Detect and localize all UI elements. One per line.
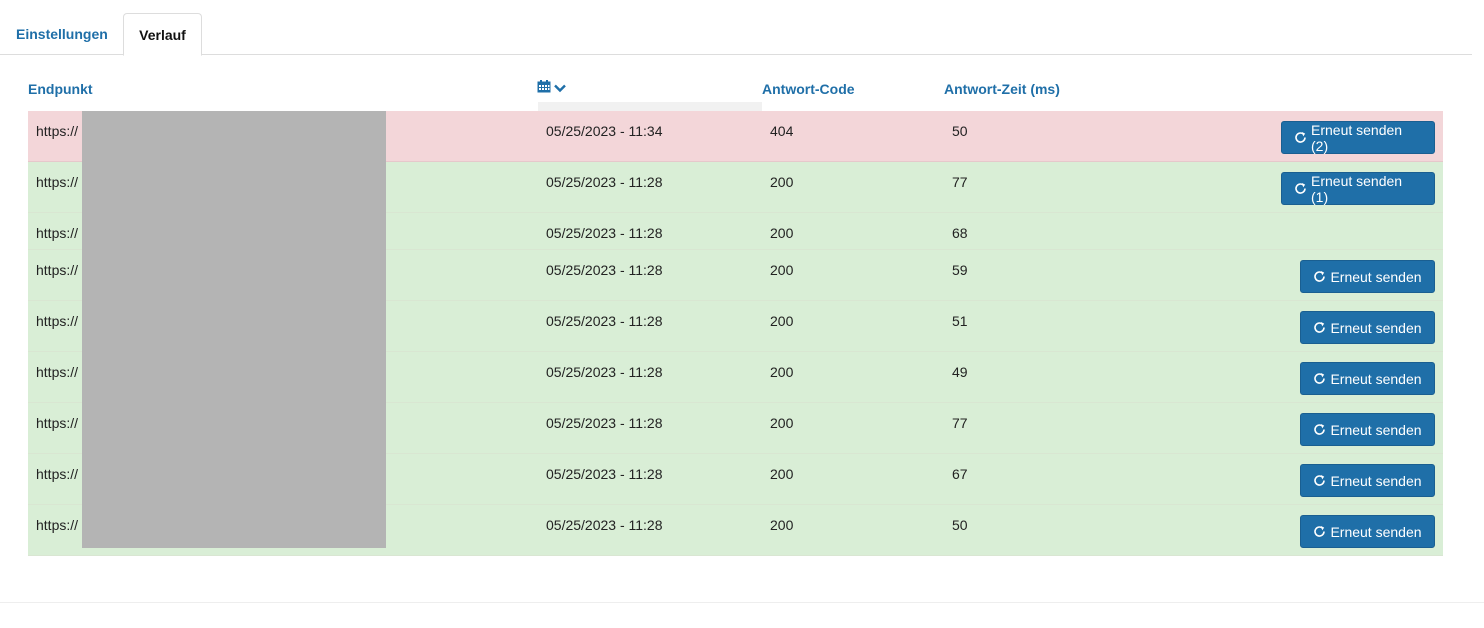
resend-button-label: Erneut senden: [1330, 319, 1422, 336]
request-date: 05/25/2023 - 11:28: [546, 466, 663, 482]
tab-bar: Einstellungen Verlauf: [0, 0, 1472, 56]
endpoint-url[interactable]: https://: [36, 262, 78, 278]
request-date: 05/25/2023 - 11:28: [546, 262, 663, 278]
refresh-icon: [1294, 131, 1307, 144]
response-time: 68: [952, 225, 968, 241]
tab-einstellungen[interactable]: Einstellungen: [0, 13, 124, 55]
refresh-icon: [1313, 423, 1326, 436]
response-code: 200: [770, 225, 794, 241]
response-time: 77: [952, 174, 968, 190]
refresh-icon: [1313, 270, 1326, 283]
endpoint-url[interactable]: https://: [36, 123, 78, 139]
response-time: 51: [952, 313, 968, 329]
resend-button-label: Erneut senden: [1330, 370, 1422, 387]
request-date: 05/25/2023 - 11:28: [546, 415, 663, 431]
request-date: 05/25/2023 - 11:28: [546, 225, 663, 241]
endpoint-url[interactable]: https://: [36, 517, 78, 533]
resend-button-label: Erneut senden: [1330, 472, 1422, 489]
endpoint-url[interactable]: https://: [36, 174, 78, 190]
endpoint-url[interactable]: https://: [36, 415, 78, 431]
request-date: 05/25/2023 - 11:28: [546, 517, 663, 533]
column-header-response-code[interactable]: Antwort-Code: [762, 81, 855, 97]
column-header-endpoint[interactable]: Endpunkt: [28, 81, 93, 97]
refresh-icon: [1294, 182, 1307, 195]
resend-button[interactable]: Erneut senden: [1300, 464, 1435, 497]
response-code: 200: [770, 174, 794, 190]
resend-button[interactable]: Erneut senden (2): [1281, 121, 1435, 154]
response-code: 200: [770, 364, 794, 380]
refresh-icon: [1313, 525, 1326, 538]
resend-button-label: Erneut senden: [1330, 268, 1422, 285]
refresh-icon: [1313, 372, 1326, 385]
calendar-icon: [537, 80, 551, 96]
resend-button[interactable]: Erneut senden: [1300, 260, 1435, 293]
response-time: 67: [952, 466, 968, 482]
response-time: 50: [952, 517, 968, 533]
response-time: 59: [952, 262, 968, 278]
response-time: 49: [952, 364, 968, 380]
request-date: 05/25/2023 - 11:28: [546, 174, 663, 190]
chevron-down-icon: [554, 80, 566, 96]
resend-button[interactable]: Erneut senden: [1300, 362, 1435, 395]
date-filter-field[interactable]: [538, 102, 762, 111]
response-code: 200: [770, 313, 794, 329]
resend-button[interactable]: Erneut senden: [1300, 311, 1435, 344]
request-date: 05/25/2023 - 11:34: [546, 123, 663, 139]
endpoint-url[interactable]: https://: [36, 313, 78, 329]
resend-button-label: Erneut senden (1): [1311, 172, 1403, 205]
resend-button[interactable]: Erneut senden (1): [1281, 172, 1435, 205]
endpoint-url[interactable]: https://: [36, 466, 78, 482]
request-date: 05/25/2023 - 11:28: [546, 313, 663, 329]
endpoint-url[interactable]: https://: [36, 225, 78, 241]
redacted-area: [82, 111, 386, 548]
resend-button[interactable]: Erneut senden: [1300, 413, 1435, 446]
endpoint-url[interactable]: https://: [36, 364, 78, 380]
refresh-icon: [1313, 474, 1326, 487]
response-code: 200: [770, 466, 794, 482]
tab-verlauf[interactable]: Verlauf: [123, 13, 202, 56]
column-header-response-time[interactable]: Antwort-Zeit (ms): [944, 81, 1060, 97]
resend-button-label: Erneut senden: [1330, 421, 1422, 438]
response-code: 200: [770, 415, 794, 431]
divider: [0, 602, 1484, 603]
response-code: 200: [770, 517, 794, 533]
column-header-date-filter[interactable]: [537, 80, 566, 96]
refresh-icon: [1313, 321, 1326, 334]
resend-button-label: Erneut senden: [1330, 523, 1422, 540]
response-time: 77: [952, 415, 968, 431]
response-code: 404: [770, 123, 794, 139]
resend-button[interactable]: Erneut senden: [1300, 515, 1435, 548]
resend-button-label: Erneut senden (2): [1311, 121, 1403, 154]
response-time: 50: [952, 123, 968, 139]
request-date: 05/25/2023 - 11:28: [546, 364, 663, 380]
response-code: 200: [770, 262, 794, 278]
